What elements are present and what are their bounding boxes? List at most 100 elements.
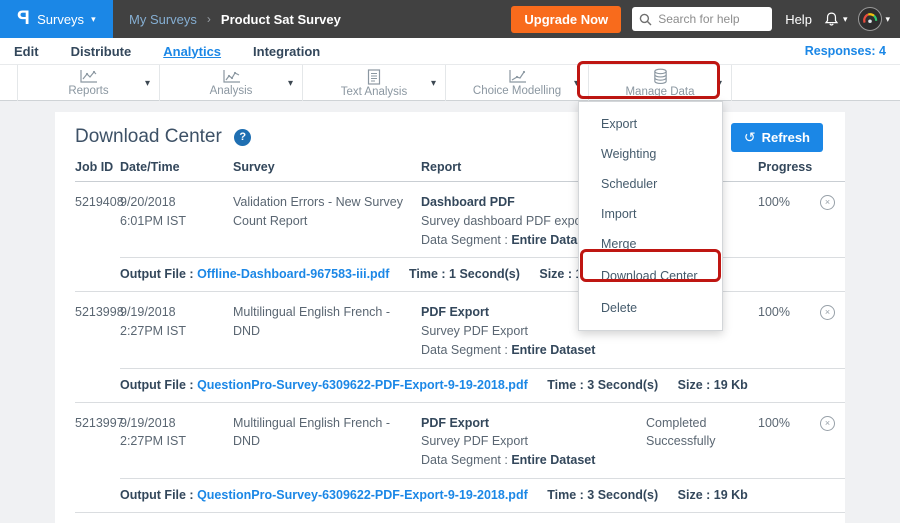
chevron-down-icon: ▾	[91, 15, 96, 24]
manage-data-dropdown: Export Weighting Scheduler Import Merge …	[578, 101, 723, 331]
survey-cell: Multilingual English French - DND	[233, 414, 421, 470]
output-file-link[interactable]: Offline-Dashboard-967583-iii.pdf	[197, 267, 389, 281]
actions-cell: ×	[820, 193, 845, 249]
help-search-input[interactable]: Search for help	[632, 7, 772, 31]
toolbar-choice-modelling[interactable]: Choice Modelling ▾	[446, 65, 589, 101]
database-icon	[652, 68, 669, 85]
job-id-cell: 5213998	[75, 303, 120, 359]
search-icon	[639, 13, 652, 26]
chevron-down-icon[interactable]: ▾	[145, 78, 150, 89]
chevron-down-icon: ▾	[885, 15, 890, 24]
date-time-cell: 9/19/2018 2:27PM IST	[120, 414, 233, 470]
col-header-progress: Progress	[758, 160, 820, 174]
upgrade-now-button[interactable]: Upgrade Now	[511, 6, 621, 33]
survey-cell: Multilingual English French - DND	[233, 303, 421, 359]
refresh-button[interactable]: ↺ Refresh	[731, 123, 823, 152]
data-segment-value: Entire Dataset	[511, 343, 595, 357]
toolbar-reports[interactable]: Reports ▾	[17, 65, 160, 101]
output-file-row: Output File : QuestionPro-Survey-6309622…	[120, 368, 845, 402]
menu-item-merge[interactable]: Merge	[579, 229, 722, 259]
questionpro-logo-icon: P	[17, 8, 30, 30]
job-id-cell: 5213997	[75, 414, 120, 470]
toolbar-text-analysis[interactable]: Text Analysis ▾	[303, 65, 446, 101]
top-bar: P Surveys ▾ My Surveys › Product Sat Sur…	[0, 0, 900, 38]
menu-item-scheduler[interactable]: Scheduler	[579, 169, 722, 199]
survey-nav-bar: Edit Distribute Analytics Integration Re…	[0, 38, 900, 65]
trend-chart-icon	[508, 69, 527, 84]
table-row: 5213997 9/19/2018 2:27PM IST Multilingua…	[75, 403, 845, 513]
product-switcher[interactable]: P Surveys ▾	[0, 0, 113, 38]
app-window: P Surveys ▾ My Surveys › Product Sat Sur…	[0, 0, 900, 523]
data-segment-line: Data Segment : Entire Dataset	[421, 341, 634, 360]
help-link[interactable]: Help	[785, 12, 812, 27]
report-title: PDF Export	[421, 414, 634, 433]
report-cell: PDF Export Survey PDF Export Data Segmen…	[421, 414, 646, 470]
job-size: Size : 19 Kb	[678, 488, 748, 502]
output-file-line: Output File : Offline-Dashboard-967583-i…	[120, 267, 389, 281]
menu-item-import[interactable]: Import	[579, 199, 722, 229]
table-row: 5213998 9/19/2018 2:27PM IST Multilingua…	[75, 292, 845, 402]
analytics-toolbar: Reports ▾ Analysis ▾ Text Analysis ▾ Cho…	[0, 65, 900, 101]
toolbar-label: Reports	[68, 85, 108, 97]
toolbar-label: Manage Data	[625, 86, 694, 98]
col-header-survey: Survey	[233, 160, 421, 174]
help-tooltip-icon[interactable]: ?	[234, 129, 251, 146]
notifications-button[interactable]: ▾	[823, 11, 848, 28]
job-time: Time : 1 Second(s)	[409, 267, 520, 281]
survey-cell: Validation Errors - New Survey Count Rep…	[233, 193, 421, 249]
actions-cell: ×	[820, 303, 845, 359]
refresh-icon: ↺	[744, 129, 756, 146]
progress-cell: 100%	[758, 303, 820, 359]
tab-edit[interactable]: Edit	[14, 44, 39, 59]
chevron-down-icon[interactable]: ▾	[717, 78, 722, 89]
chevron-down-icon[interactable]: ▾	[574, 78, 579, 89]
data-segment-line: Data Segment : Entire Dataset	[421, 451, 634, 470]
bell-icon	[823, 11, 840, 28]
job-size: Size : 19 Kb	[678, 378, 748, 392]
toolbar-analysis[interactable]: Analysis ▾	[160, 65, 303, 101]
panel-header: Download Center ? ↺ Refresh	[55, 112, 845, 158]
page-title: Download Center	[75, 126, 222, 147]
chevron-down-icon: ▾	[843, 15, 848, 24]
chevron-down-icon[interactable]: ▾	[431, 78, 436, 89]
line-chart-icon	[79, 69, 98, 84]
col-header-job-id: Job ID	[75, 160, 120, 174]
toolbar-label: Analysis	[210, 85, 253, 97]
breadcrumb-separator-icon: ›	[207, 12, 211, 26]
table-row: 5213994 9/19/2018 2:26PM IST Multilingua…	[75, 513, 845, 523]
tab-distribute[interactable]: Distribute	[71, 44, 132, 59]
toolbar-label: Text Analysis	[341, 86, 407, 98]
menu-item-download-center[interactable]: Download Center	[579, 259, 722, 293]
account-menu-button[interactable]: ▾	[858, 7, 890, 31]
table-header-row: Job ID Date/Time Survey Report Progress	[75, 160, 845, 182]
date-time-cell: 9/19/2018 2:27PM IST	[120, 303, 233, 359]
scatter-chart-icon	[222, 69, 241, 84]
breadcrumb-my-surveys[interactable]: My Surveys	[129, 12, 197, 27]
status-cell: Completed Successfully	[646, 414, 758, 470]
data-segment-value: Entire Dataset	[511, 453, 595, 467]
tab-analytics[interactable]: Analytics	[163, 44, 221, 59]
breadcrumb: My Surveys › Product Sat Survey	[129, 12, 341, 27]
tab-integration[interactable]: Integration	[253, 44, 320, 59]
job-time: Time : 3 Second(s)	[547, 378, 658, 392]
product-menu-label: Surveys	[37, 12, 84, 27]
output-file-link[interactable]: QuestionPro-Survey-6309622-PDF-Export-9-…	[197, 488, 528, 502]
cancel-job-icon[interactable]: ×	[820, 195, 835, 210]
menu-item-delete[interactable]: Delete	[579, 293, 722, 323]
menu-item-weighting[interactable]: Weighting	[579, 139, 722, 169]
refresh-label: Refresh	[762, 130, 810, 145]
cancel-job-icon[interactable]: ×	[820, 416, 835, 431]
chevron-down-icon[interactable]: ▾	[288, 78, 293, 89]
document-icon	[367, 69, 381, 85]
output-file-link[interactable]: QuestionPro-Survey-6309622-PDF-Export-9-…	[197, 378, 528, 392]
cancel-job-icon[interactable]: ×	[820, 305, 835, 320]
output-file-line: Output File : QuestionPro-Survey-6309622…	[120, 488, 528, 502]
search-placeholder-text: Search for help	[658, 12, 739, 26]
toolbar-manage-data[interactable]: Manage Data ▾	[589, 65, 732, 101]
menu-item-export[interactable]: Export	[579, 109, 722, 139]
col-header-date-time: Date/Time	[120, 160, 233, 174]
avatar	[858, 7, 882, 31]
job-time: Time : 3 Second(s)	[547, 488, 658, 502]
responses-count[interactable]: Responses: 4	[805, 44, 886, 58]
date-time-cell: 9/20/2018 6:01PM IST	[120, 193, 233, 249]
